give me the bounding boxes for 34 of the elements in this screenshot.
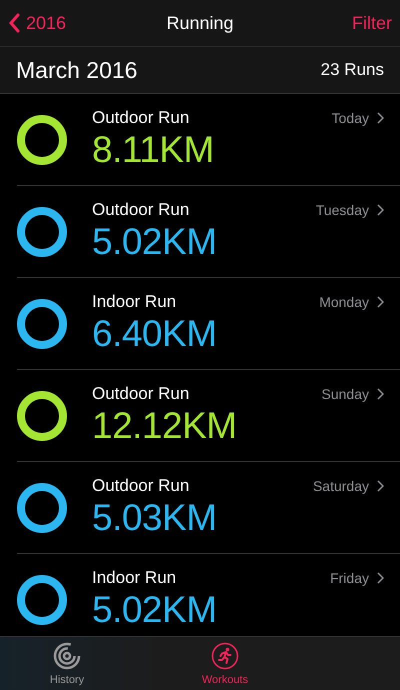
- workout-day-link[interactable]: Monday: [319, 294, 384, 310]
- chevron-icon: [377, 572, 384, 584]
- workout-type: Outdoor Run: [92, 384, 190, 404]
- workout-type: Outdoor Run: [92, 200, 190, 220]
- workout-distance: 5.02KM: [92, 220, 218, 264]
- workout-distance: 8.11KM: [92, 128, 215, 172]
- workout-day-link[interactable]: Friday: [330, 570, 384, 586]
- rings-icon: [53, 642, 81, 670]
- chevron-icon: [377, 388, 384, 400]
- screen-title: Running: [166, 12, 234, 34]
- chevron-icon: [377, 112, 384, 124]
- filter-button[interactable]: Filter: [352, 12, 392, 34]
- tab[interactable]: History: [18, 637, 116, 690]
- workout-type: Indoor Run: [92, 568, 176, 588]
- workout-day-link[interactable]: Tuesday: [316, 202, 384, 218]
- workout-day-link[interactable]: Today: [332, 110, 384, 126]
- workout-type: Outdoor Run: [92, 108, 190, 128]
- back-chevron-icon: [8, 13, 20, 33]
- tab[interactable]: Workouts: [176, 637, 274, 690]
- workout-distance: 5.03KM: [92, 496, 218, 540]
- workout-type: Outdoor Run: [92, 476, 190, 496]
- workout-day-link[interactable]: Saturday: [312, 478, 384, 494]
- workout-distance: 5.02KM: [92, 588, 218, 632]
- workout-distance: 6.40KM: [92, 312, 218, 356]
- chevron-icon: [377, 296, 384, 308]
- back-button[interactable]: 2016: [8, 12, 66, 34]
- workout-type: Indoor Run: [92, 292, 176, 312]
- workout-distance: 12.12KM: [92, 404, 238, 448]
- run-count: 23 Runs: [320, 60, 384, 80]
- month-title: March 2016: [16, 56, 138, 84]
- workout-day-link[interactable]: Sunday: [322, 386, 384, 402]
- chevron-icon: [377, 204, 384, 216]
- runner-icon: [211, 642, 239, 670]
- chevron-icon: [377, 480, 384, 492]
